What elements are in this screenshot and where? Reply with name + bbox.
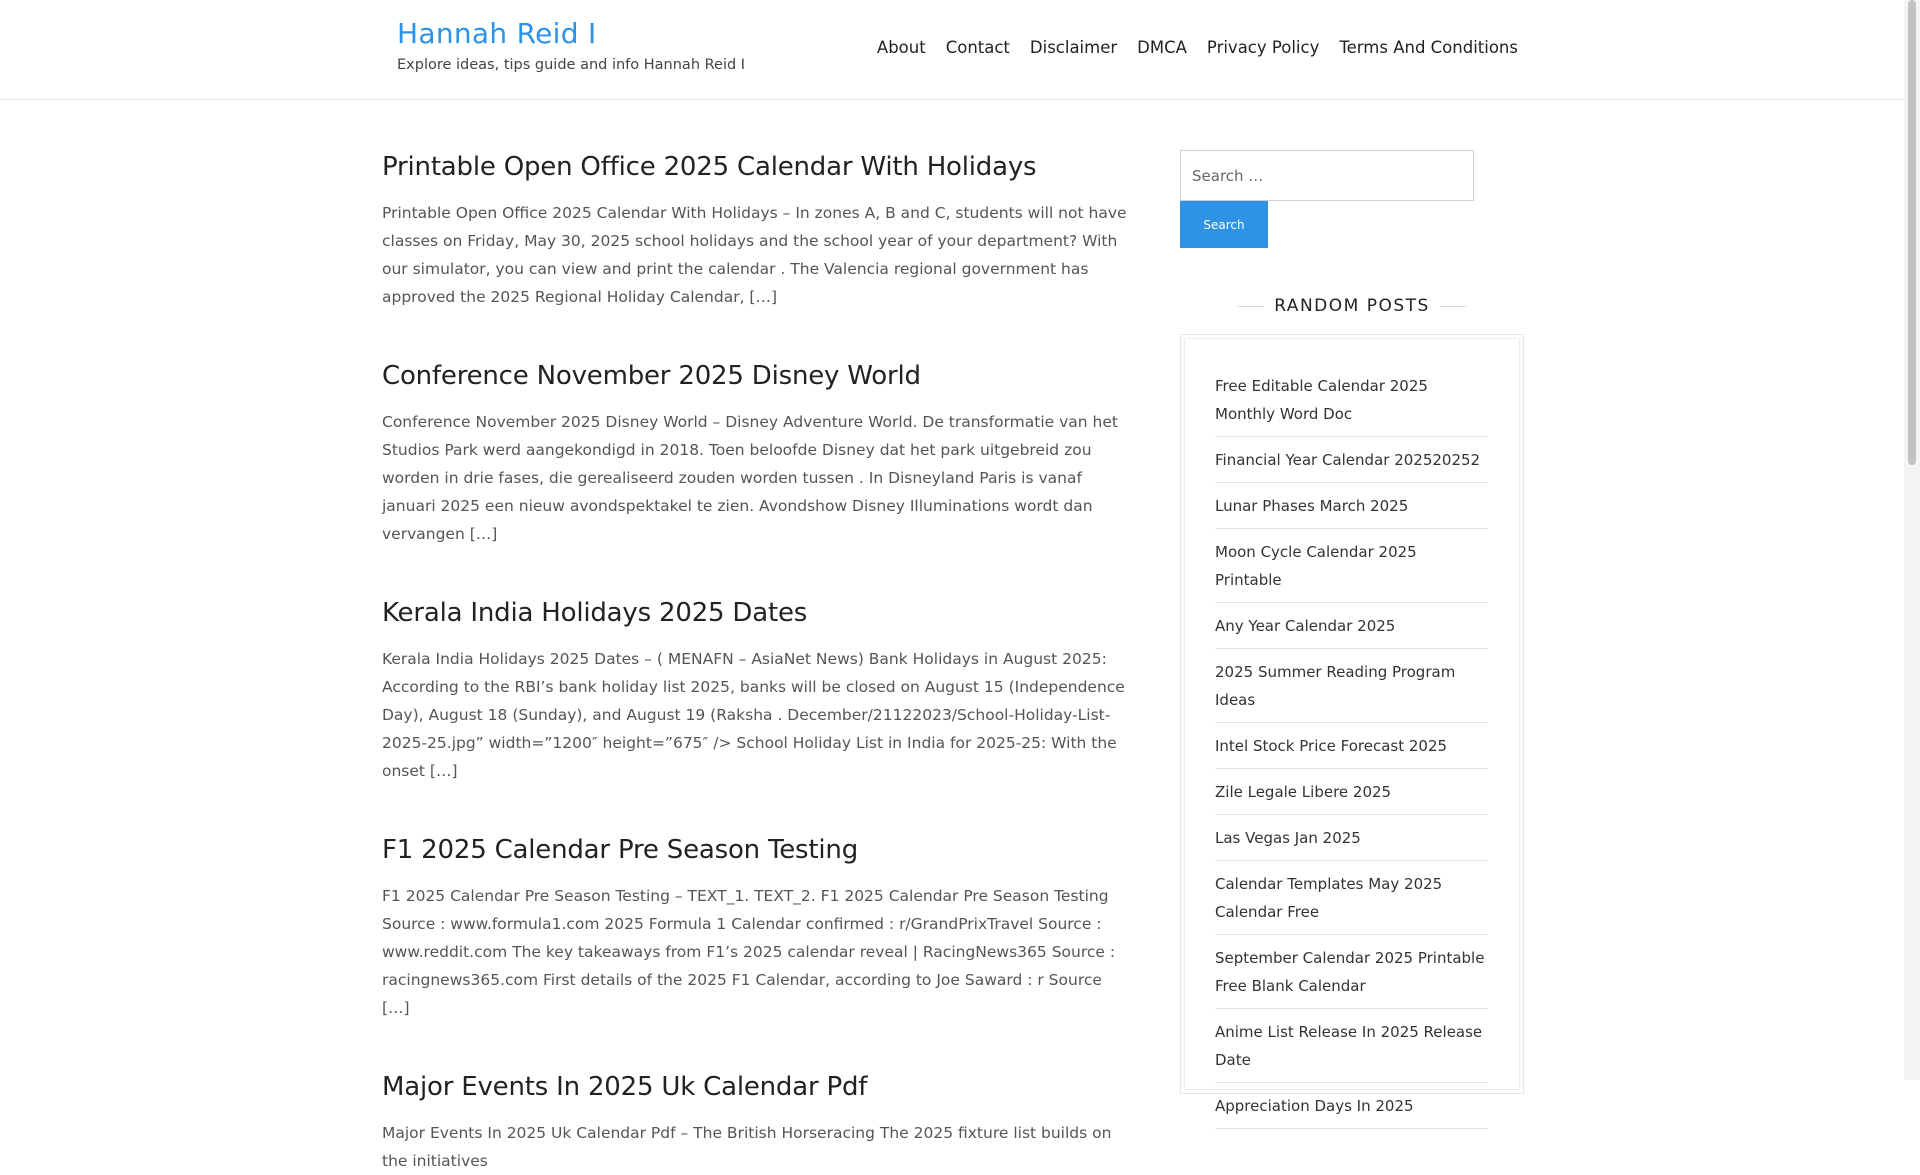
random-post-link[interactable]: Lunar Phases March 2025 (1215, 492, 1488, 529)
random-posts-heading: RANDOM POSTS (1180, 296, 1524, 318)
main-navigation: About Contact Disclaimer DMCA Privacy Po… (857, 38, 1518, 57)
search-button[interactable]: Search (1180, 201, 1268, 248)
random-post-link[interactable]: Anime List Release In 2025 Release Date (1215, 1018, 1488, 1083)
random-posts-list: Free Editable Calendar 2025 Monthly Word… (1215, 372, 1488, 1129)
heading-divider (1238, 305, 1265, 307)
post-item: Kerala India Holidays 2025 Dates Kerala … (382, 596, 1134, 785)
scrollbar-thumb[interactable] (1908, 0, 1916, 465)
post-title[interactable]: Conference November 2025 Disney World (382, 359, 1134, 393)
random-posts-inner: Free Editable Calendar 2025 Monthly Word… (1184, 338, 1520, 1129)
heading-divider (1439, 305, 1466, 307)
search-input[interactable] (1180, 150, 1474, 201)
site-header: Hannah Reid I Explore ideas, tips guide … (0, 0, 1904, 100)
random-post-link[interactable]: Calendar Templates May 2025 Calendar Fre… (1215, 870, 1488, 935)
nav-disclaimer[interactable]: Disclaimer (1030, 38, 1117, 57)
random-post-link[interactable]: 2025 Summer Reading Program Ideas (1215, 658, 1488, 723)
random-post-link[interactable]: Las Vegas Jan 2025 (1215, 824, 1488, 861)
sidebar: Search RANDOM POSTS Free Editable Calend… (1180, 150, 1524, 1129)
random-post-link[interactable]: Appreciation Days In 2025 (1215, 1092, 1488, 1129)
random-post-link[interactable]: September Calendar 2025 Printable Free B… (1215, 944, 1488, 1009)
nav-about[interactable]: About (877, 38, 926, 57)
random-post-link[interactable]: Free Editable Calendar 2025 Monthly Word… (1215, 372, 1488, 437)
site-description: Explore ideas, tips guide and info Hanna… (397, 57, 746, 73)
post-excerpt: F1 2025 Calendar Pre Season Testing – TE… (382, 887, 1116, 1017)
post-list: Printable Open Office 2025 Calendar With… (382, 150, 1134, 1175)
random-post-link[interactable]: Financial Year Calendar 202520252 (1215, 446, 1488, 483)
post-item: Conference November 2025 Disney World Co… (382, 359, 1134, 548)
nav-contact[interactable]: Contact (946, 38, 1010, 57)
post-title[interactable]: Kerala India Holidays 2025 Dates (382, 596, 1134, 630)
post-title[interactable]: F1 2025 Calendar Pre Season Testing (382, 833, 1134, 867)
nav-privacy-policy[interactable]: Privacy Policy (1207, 38, 1319, 57)
post-excerpt: Kerala India Holidays 2025 Dates – ( MEN… (382, 650, 1125, 780)
nav-terms-and-conditions[interactable]: Terms And Conditions (1339, 38, 1518, 57)
page-scrollbar[interactable] (1904, 0, 1920, 1080)
random-post-link[interactable]: Moon Cycle Calendar 2025 Printable (1215, 538, 1488, 603)
post-excerpt: Major Events In 2025 Uk Calendar Pdf – T… (382, 1124, 1112, 1170)
post-excerpt: Printable Open Office 2025 Calendar With… (382, 204, 1127, 306)
site-title-link[interactable]: Hannah Reid I (397, 17, 597, 50)
post-title[interactable]: Major Events In 2025 Uk Calendar Pdf (382, 1070, 1134, 1104)
random-post-link[interactable]: Zile Legale Libere 2025 (1215, 778, 1488, 815)
random-post-link[interactable]: Intel Stock Price Forecast 2025 (1215, 732, 1488, 769)
post-item: Printable Open Office 2025 Calendar With… (382, 150, 1134, 311)
random-post-link[interactable]: Any Year Calendar 2025 (1215, 612, 1488, 649)
post-item: Major Events In 2025 Uk Calendar Pdf Maj… (382, 1070, 1134, 1175)
search-form: Search (1180, 150, 1524, 248)
nav-dmca[interactable]: DMCA (1137, 38, 1187, 57)
post-excerpt: Conference November 2025 Disney World – … (382, 413, 1118, 543)
random-posts-widget: Free Editable Calendar 2025 Monthly Word… (1180, 334, 1524, 1129)
post-title[interactable]: Printable Open Office 2025 Calendar With… (382, 150, 1134, 184)
random-posts-title: RANDOM POSTS (1274, 296, 1430, 316)
post-item: F1 2025 Calendar Pre Season Testing F1 2… (382, 833, 1134, 1022)
